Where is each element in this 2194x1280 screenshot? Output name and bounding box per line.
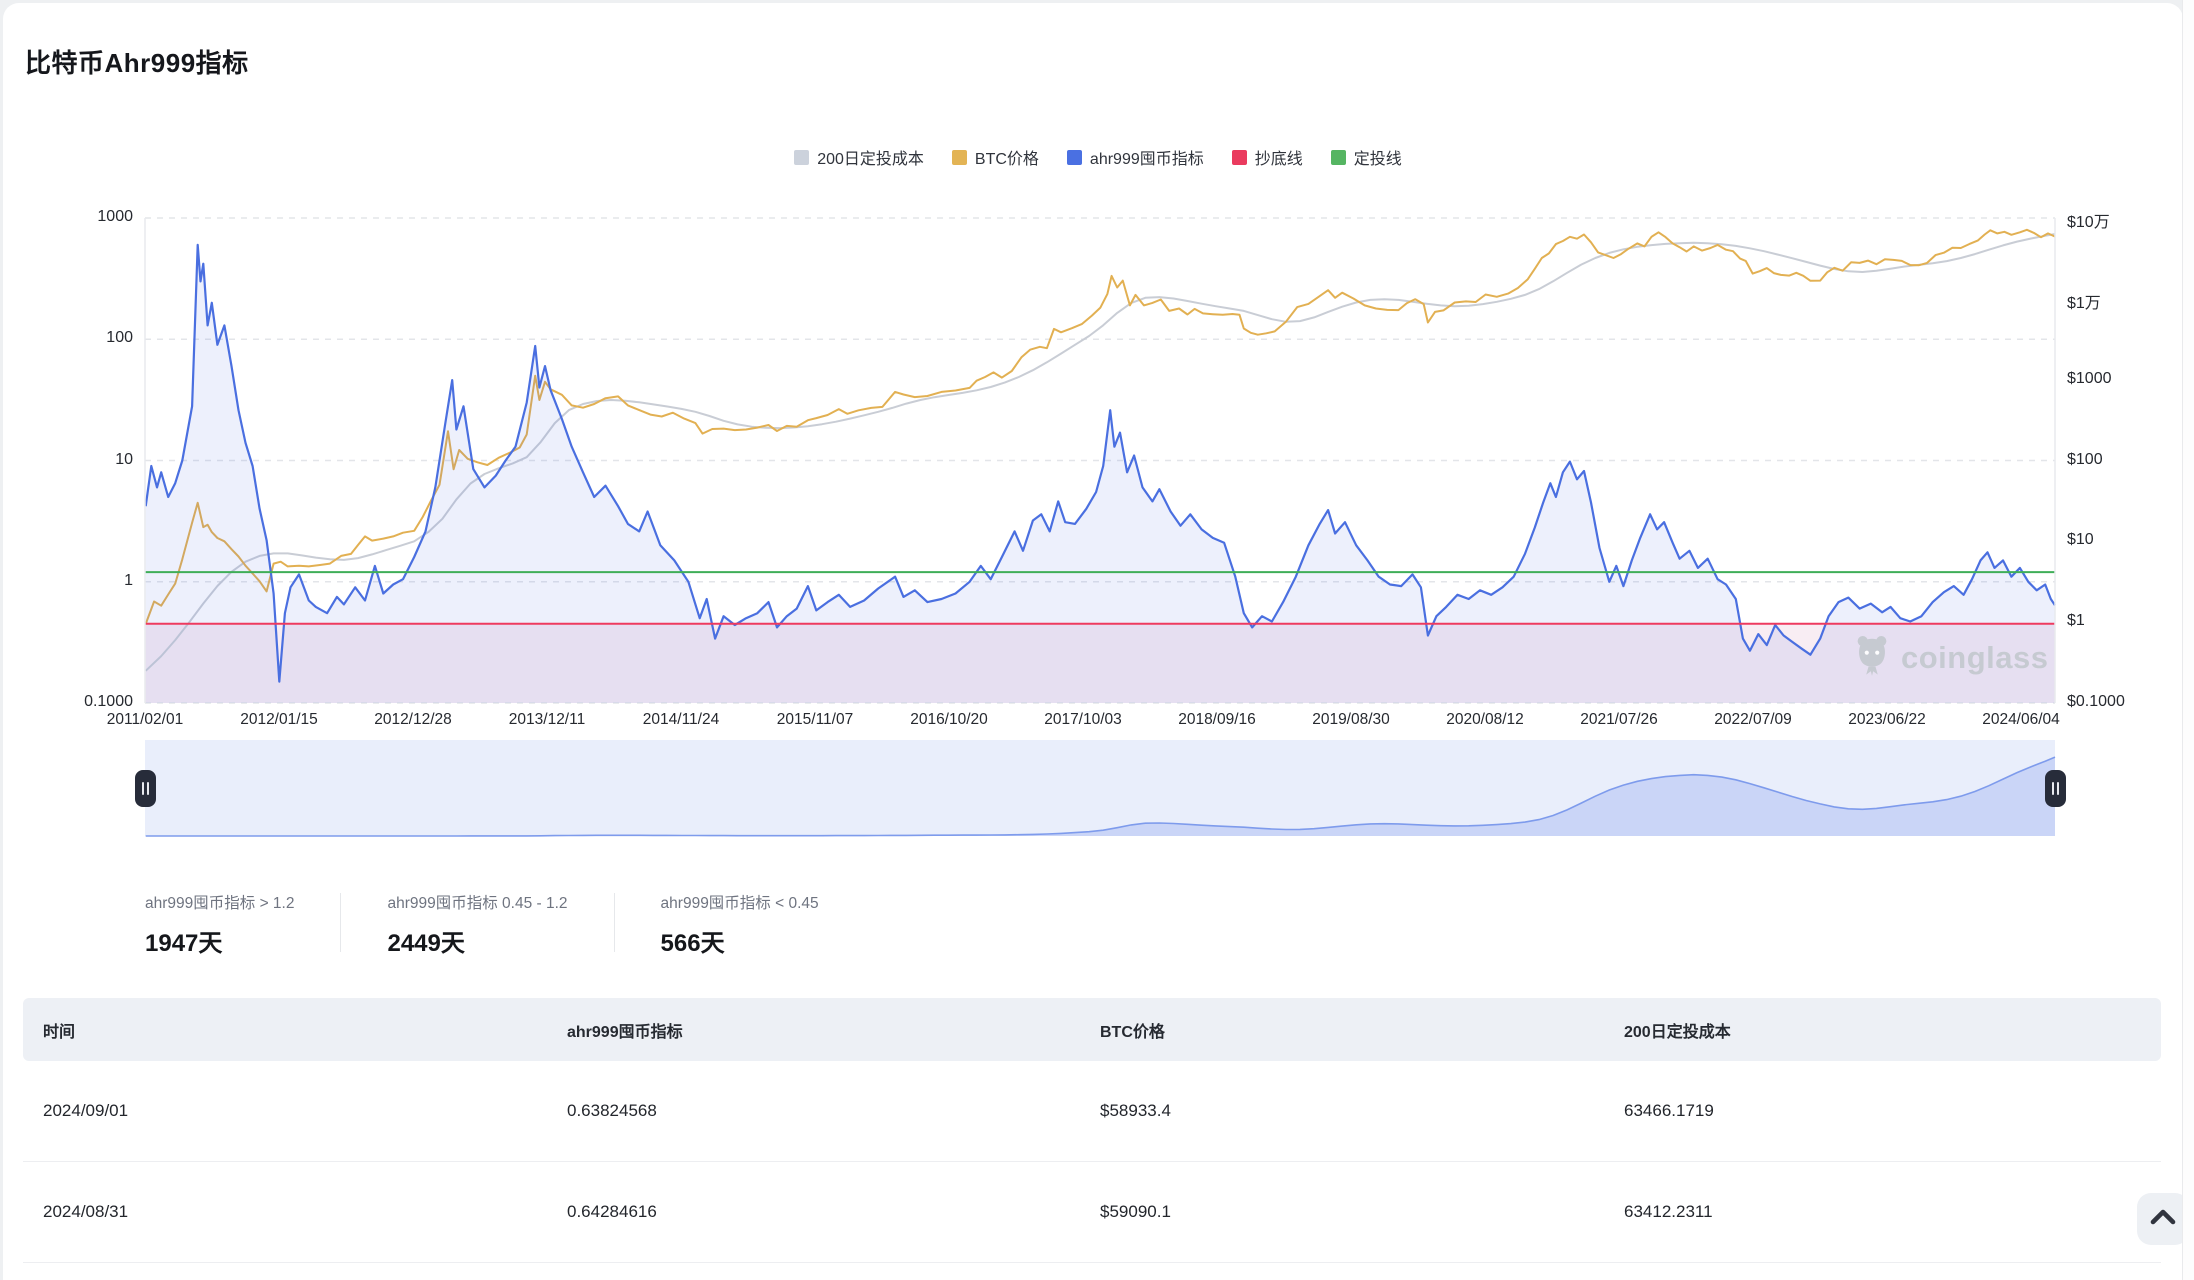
left-axis-tick: 10 — [13, 451, 133, 469]
right-axis-tick: $1000 — [2067, 370, 2112, 388]
x-axis-tick: 2024/06/04 — [1946, 711, 2096, 729]
table-cell: $59090.1 — [1100, 1202, 1171, 1222]
stat-block: ahr999囤币指标 0.45 - 1.2 2449天 — [387, 891, 567, 958]
table-cell: 0.63824568 — [567, 1101, 657, 1121]
table-cell: $58933.4 — [1100, 1101, 1171, 1121]
table-header-cell: 时间 — [43, 1018, 75, 1042]
x-axis-tick: 2012/12/28 — [338, 711, 488, 729]
stat-value: 1947天 — [145, 923, 294, 958]
x-axis-tick: 2014/11/24 — [606, 711, 756, 729]
table-cell: 0.64284616 — [567, 1202, 657, 1222]
x-axis-tick: 2011/02/01 — [70, 711, 220, 729]
chevron-up-icon — [2148, 1207, 2178, 1232]
right-axis-tick: $100 — [2067, 451, 2103, 469]
stat-value: 566天 — [661, 923, 819, 958]
data-table: 时间 ahr999囤币指标 BTC价格 200日定投成本 2024/09/01 0.638… — [23, 998, 2161, 1263]
x-axis-tick: 2023/06/22 — [1812, 711, 1962, 729]
table-header-cell: ahr999囤币指标 — [567, 1018, 683, 1042]
stat-divider — [340, 893, 341, 952]
right-axis-tick: $10 — [2067, 531, 2094, 549]
x-axis-tick: 2020/08/12 — [1410, 711, 1560, 729]
navigator-handle-left[interactable] — [135, 770, 156, 807]
table-cell: 2024/08/31 — [43, 1202, 128, 1222]
x-axis-tick: 2021/07/26 — [1544, 711, 1694, 729]
x-axis-tick: 2013/12/11 — [472, 711, 622, 729]
right-axis-tick: $0.1000 — [2067, 693, 2125, 711]
stats-row: ahr999囤币指标 > 1.2 1947天 ahr999囤币指标 0.45 - 1… — [145, 891, 819, 958]
stat-label: ahr999囤币指标 < 0.45 — [661, 891, 819, 913]
left-axis-tick: 100 — [13, 329, 133, 347]
table-cell: 63412.2311 — [1624, 1202, 1713, 1222]
coinglass-wordmark: coinglass — [1901, 640, 2049, 676]
x-axis-tick: 2012/01/15 — [204, 711, 354, 729]
x-axis-tick: 2017/10/03 — [1008, 711, 1158, 729]
stat-divider — [614, 893, 615, 952]
coinglass-watermark: coinglass — [1851, 633, 2049, 682]
stat-block: ahr999囤币指标 < 0.45 566天 — [661, 891, 819, 958]
chart-canvas[interactable] — [3, 3, 2194, 863]
table-row: 2024/08/31 0.64284616 $59090.1 63412.2311 — [23, 1162, 2161, 1263]
right-axis-tick: $1万 — [2067, 289, 2101, 313]
x-axis-tick: 2019/08/30 — [1276, 711, 1426, 729]
table-header-cell: 200日定投成本 — [1624, 1018, 1731, 1042]
x-axis-tick: 2015/11/07 — [740, 711, 890, 729]
page-scrollbar[interactable] — [2182, 0, 2194, 1280]
page: 比特币Ahr999指标 200日定投成本BTC价格ahr999囤币指标抄底线定投… — [0, 0, 2194, 1280]
table-header-row: 时间 ahr999囤币指标 BTC价格 200日定投成本 — [23, 998, 2161, 1061]
table-cell: 63466.1719 — [1624, 1101, 1714, 1121]
x-axis-tick: 2016/10/20 — [874, 711, 1024, 729]
left-axis-tick: 1 — [13, 572, 133, 590]
right-axis-tick: $10万 — [2067, 208, 2110, 232]
stat-value: 2449天 — [387, 923, 567, 958]
table-cell: 2024/09/01 — [43, 1101, 128, 1121]
navigator-handle-right[interactable] — [2045, 770, 2066, 807]
left-axis-tick: 0.1000 — [13, 693, 133, 711]
right-axis-tick: $1 — [2067, 612, 2085, 630]
stat-label: ahr999囤币指标 0.45 - 1.2 — [387, 891, 567, 913]
table-row: 2024/09/01 0.63824568 $58933.4 63466.1719 — [23, 1061, 2161, 1162]
stat-block: ahr999囤币指标 > 1.2 1947天 — [145, 891, 294, 958]
x-axis-tick: 2022/07/09 — [1678, 711, 1828, 729]
stat-label: ahr999囤币指标 > 1.2 — [145, 891, 294, 913]
left-axis-tick: 1000 — [13, 208, 133, 226]
table-header-cell: BTC价格 — [1100, 1018, 1165, 1042]
chart-card: 比特币Ahr999指标 200日定投成本BTC价格ahr999囤币指标抄底线定投… — [3, 3, 2183, 1280]
coinglass-bull-icon — [1851, 633, 1893, 682]
x-axis-tick: 2018/09/16 — [1142, 711, 1292, 729]
